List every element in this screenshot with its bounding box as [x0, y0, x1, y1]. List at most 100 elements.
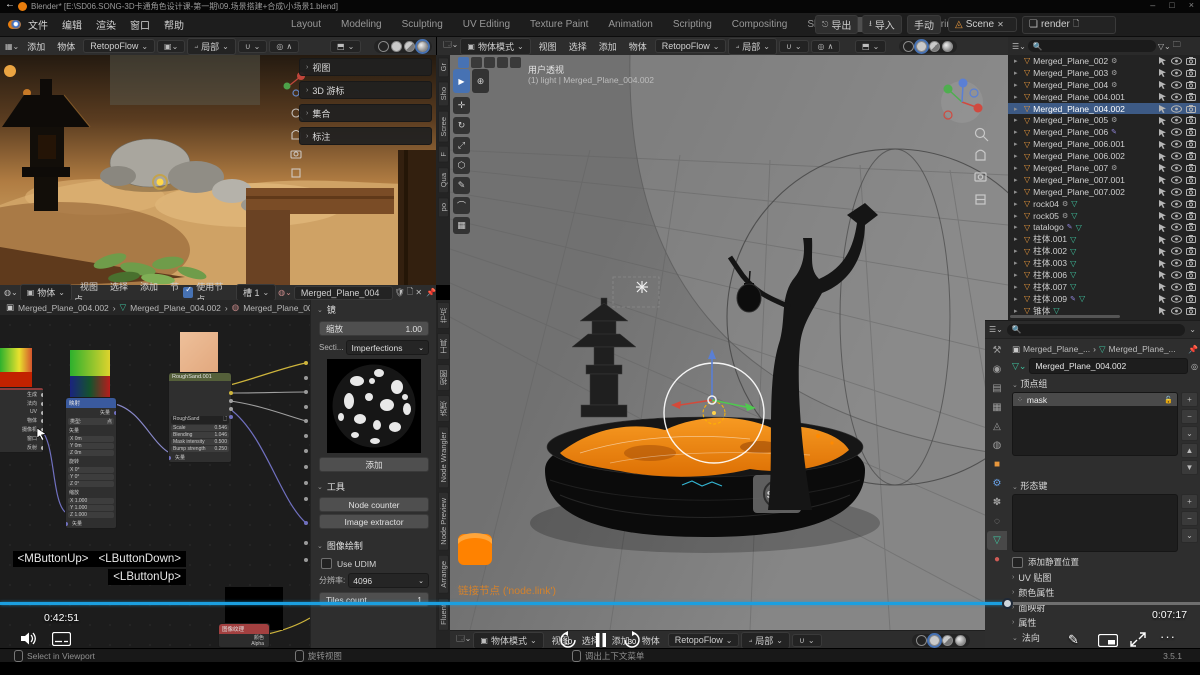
- transform-tool-button[interactable]: ⬡: [453, 157, 470, 174]
- new-material-icon[interactable]: 🗋: [407, 286, 413, 300]
- sidebar-tab[interactable]: Node Preview: [438, 492, 449, 551]
- outliner-item-row[interactable]: ▸ ▽ 柱体.003 ⚙ ✎ ▽: [1008, 257, 1200, 269]
- render-camera-icon[interactable]: [1186, 69, 1196, 77]
- expand-arrow-icon[interactable]: ▸: [1014, 128, 1021, 136]
- hide-eye-icon[interactable]: [1171, 200, 1182, 208]
- users-count-icon[interactable]: ◎: [1191, 362, 1198, 371]
- hide-eye-icon[interactable]: [1171, 307, 1182, 315]
- workspace-tab[interactable]: Compositing: [723, 17, 797, 32]
- add-cube-tool-button[interactable]: ▦: [453, 217, 470, 234]
- properties-section-collapsed[interactable]: › UV 贴图: [1012, 570, 1198, 585]
- rendered-viewport[interactable]: › 视图 › 3D 游标 › 集合 › 标注: [0, 55, 436, 285]
- output-socket[interactable]: [41, 402, 43, 406]
- close-button[interactable]: ×: [1189, 0, 1194, 10]
- sidebar-tab[interactable]: Scree: [438, 111, 449, 143]
- mapping-type-dropdown[interactable]: 类型:点: [68, 418, 114, 425]
- properties-search-input[interactable]: 🔍: [1007, 324, 1185, 336]
- outliner-item-row[interactable]: ▸ ▽ Merged_Plane_006.002 ⚙ ✎ ▽: [1008, 150, 1200, 162]
- cursor-tool-icon[interactable]: [510, 57, 521, 68]
- render-camera-icon[interactable]: [1186, 152, 1196, 160]
- value-field[interactable]: Bump strength0.250: [171, 446, 229, 452]
- shading-solid-icon[interactable]: [391, 41, 402, 52]
- main-3d-viewport[interactable]: SDS: [450, 55, 1008, 630]
- selectable-cursor-icon[interactable]: [1158, 306, 1167, 315]
- shading-wireframe-icon[interactable]: [378, 41, 389, 52]
- tab-particles[interactable]: ✽: [987, 493, 1007, 512]
- selectable-cursor-icon[interactable]: [1158, 187, 1167, 196]
- workspace-tab[interactable]: Sculpting: [393, 17, 452, 32]
- expand-arrow-icon[interactable]: ▸: [1014, 235, 1021, 243]
- outliner-display-mode-icon[interactable]: ☰⌄: [1012, 42, 1026, 51]
- datablock-name-field[interactable]: Merged_Plane_004.002: [1029, 358, 1188, 374]
- mode-dropdown[interactable]: ▣⌄: [157, 40, 185, 53]
- shading-solid-icon[interactable]: [929, 635, 940, 646]
- tab-material[interactable]: ●: [987, 550, 1007, 569]
- value-field[interactable]: Scale0.546: [171, 425, 229, 431]
- hide-eye-icon[interactable]: [1171, 116, 1182, 124]
- selectable-cursor-icon[interactable]: [1158, 294, 1167, 303]
- view-layer-selector[interactable]: ❏render🗋: [1022, 16, 1116, 34]
- selectable-cursor-icon[interactable]: [1158, 56, 1167, 65]
- viewport-menu-item[interactable]: 添加: [21, 42, 51, 52]
- output-socket[interactable]: [229, 399, 233, 403]
- hide-eye-icon[interactable]: [1171, 128, 1182, 136]
- workspace-tab[interactable]: Modeling: [332, 17, 391, 32]
- shading-rendered-icon[interactable]: [955, 635, 966, 646]
- retopoflow-menu[interactable]: RetopoFlow⌄: [655, 39, 727, 53]
- section-dropdown[interactable]: Imperfections⌄: [346, 340, 429, 355]
- pip-icon[interactable]: [1098, 634, 1118, 647]
- shape-key-specials-button[interactable]: ⌄: [1181, 528, 1198, 543]
- add-vertex-group-button[interactable]: +: [1181, 392, 1198, 407]
- move-up-button[interactable]: ▲: [1181, 443, 1198, 458]
- selectable-cursor-icon[interactable]: [1158, 199, 1167, 208]
- sidebar-tab[interactable]: F: [438, 146, 449, 163]
- hide-eye-icon[interactable]: [1171, 247, 1182, 255]
- render-camera-icon[interactable]: [1186, 307, 1196, 315]
- outliner-item-row[interactable]: ▸ ▽ Merged_Plane_004.002 ⚙ ✎ ▽: [1008, 103, 1200, 115]
- expand-arrow-icon[interactable]: ▸: [1014, 81, 1021, 89]
- hide-eye-icon[interactable]: [1171, 140, 1182, 148]
- breadcrumb-item[interactable]: Merged_Plane_004: [243, 303, 317, 313]
- workspace-tab[interactable]: Scripting: [664, 17, 721, 32]
- outliner-item-row[interactable]: ▸ ▽ Merged_Plane_004.001 ⚙ ✎ ▽: [1008, 91, 1200, 103]
- selectable-cursor-icon[interactable]: [1158, 80, 1167, 89]
- value-field[interactable]: Blending1.046: [171, 432, 229, 438]
- image-texture-node[interactable]: 图像纹理 颜色Alpha: [218, 623, 270, 648]
- shader-menu-item[interactable]: 添加: [134, 282, 164, 292]
- render-camera-icon[interactable]: [1186, 295, 1196, 303]
- value-field[interactable]: Y 0°: [68, 474, 114, 480]
- transform-orientation-dropdown[interactable]: ⟓局部⌄: [728, 38, 777, 55]
- app-menu-item[interactable]: 渲染: [89, 21, 123, 32]
- expand-arrow-icon[interactable]: ▸: [1014, 247, 1021, 255]
- panel-header[interactable]: ⌄ 镜: [311, 300, 437, 319]
- render-camera-icon[interactable]: [1186, 116, 1196, 124]
- outliner-item-row[interactable]: ▸ ▽ 柱体.006 ⚙ ✎ ▽: [1008, 269, 1200, 281]
- tools-panel-header[interactable]: ⌄ 工具: [311, 474, 437, 495]
- selectable-cursor-icon[interactable]: [1158, 152, 1167, 161]
- viewport-menu-item[interactable]: 视图: [533, 42, 563, 52]
- hide-eye-icon[interactable]: [1171, 283, 1182, 291]
- export-button[interactable]: ⎋导出: [815, 15, 858, 34]
- render-camera-icon[interactable]: [1186, 223, 1196, 231]
- value-field[interactable]: Y 0m: [68, 443, 114, 449]
- remove-vertex-group-button[interactable]: −: [1181, 409, 1198, 424]
- blender-app-icon[interactable]: [8, 20, 21, 29]
- expand-arrow-icon[interactable]: ▸: [1014, 307, 1021, 315]
- expand-arrow-icon[interactable]: ▸: [1014, 152, 1021, 160]
- value-field[interactable]: Z 0°: [68, 481, 114, 487]
- outliner-item-row[interactable]: ▸ ▽ Merged_Plane_006.001 ⚙ ✎ ▽: [1008, 138, 1200, 150]
- render-camera-icon[interactable]: [1186, 105, 1196, 113]
- editor-type-icon[interactable]: 🗔⌄: [456, 633, 471, 647]
- sidebar-tab[interactable]: 视图: [437, 364, 450, 391]
- render-camera-icon[interactable]: [1186, 81, 1196, 89]
- vertex-groups-panel-header[interactable]: ⌄ 顶点组: [1012, 375, 1198, 392]
- sidebar-tab[interactable]: Qua: [438, 167, 449, 193]
- tab-object[interactable]: ■: [987, 455, 1007, 474]
- circle-select-icon[interactable]: [484, 57, 495, 68]
- selectable-cursor-icon[interactable]: [1158, 128, 1167, 137]
- material-name-field[interactable]: Merged_Plane_004: [294, 286, 393, 300]
- video-progress-bar-remaining[interactable]: [1008, 602, 1200, 605]
- render-camera-icon[interactable]: [1186, 57, 1196, 65]
- expand-arrow-icon[interactable]: ▸: [1014, 200, 1021, 208]
- node-header[interactable]: 映射: [66, 398, 116, 408]
